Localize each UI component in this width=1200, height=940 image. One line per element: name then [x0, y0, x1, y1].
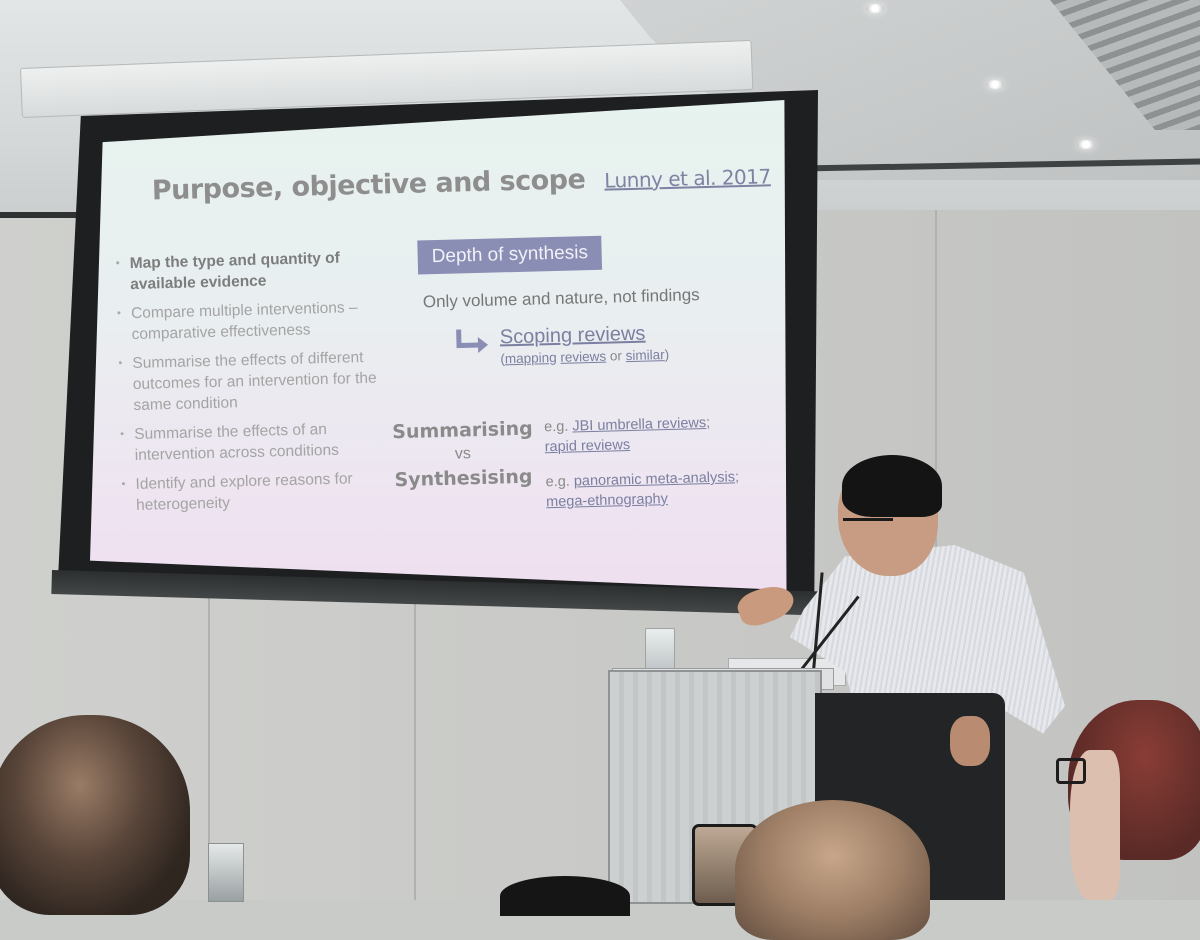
audience-member-head: [0, 715, 190, 915]
jbi-umbrella-reviews-link: JBI umbrella reviews: [572, 415, 707, 435]
reviews-link: reviews: [560, 348, 607, 365]
paren-close: ): [664, 347, 670, 363]
presenter-glasses: [843, 518, 893, 529]
turn-right-arrow-icon: [456, 329, 489, 354]
mega-ethnography-link: mega-ethnography: [545, 491, 669, 511]
audience-member-head: [735, 800, 930, 940]
citation-link: Lunny et al. 2017: [603, 164, 771, 193]
summarising-vs-synthesising: Summarising vs Synthesising: [392, 418, 534, 492]
depth-note: Only volume and nature, not findings: [422, 285, 700, 312]
ceiling-light: [986, 80, 1004, 89]
mapping-link: mapping: [504, 349, 557, 367]
slide-title-text: Purpose, objective and scope: [151, 164, 586, 207]
slide-content: Purpose, objective and scope Lunny et al…: [90, 100, 787, 590]
scoping-text: Scoping reviews (mapping reviews or simi…: [499, 322, 670, 367]
scoping-subtext: (mapping reviews or similar): [500, 347, 669, 366]
audience-member-cap: [500, 876, 630, 916]
eg-prefix: e.g.: [545, 473, 575, 491]
eg-prefix: e.g.: [543, 418, 573, 436]
bullet-item: Compare multiple interventions – compara…: [117, 297, 383, 346]
synthesising-examples: e.g. panoramic meta-analysis; mega-ethno…: [545, 466, 776, 512]
slide-title: Purpose, objective and scope Lunny et al…: [151, 159, 771, 206]
ceiling-light: [866, 4, 884, 13]
depth-of-synthesis-label: Depth of synthesis: [417, 235, 603, 275]
separator: ;: [705, 414, 711, 432]
water-glass: [645, 628, 675, 672]
bullet-item: Summarise the effects of an intervention…: [120, 417, 386, 466]
scoping-reviews-row: Scoping reviews (mapping reviews or simi…: [454, 322, 670, 368]
bullet-item: Summarise the effects of different outco…: [118, 346, 385, 416]
presenter-hand-on-podium: [950, 716, 990, 766]
bullet-item: Identify and explore reasons for heterog…: [121, 467, 387, 516]
presenter-hair: [842, 455, 942, 517]
ceiling-light: [1077, 140, 1095, 149]
summarising-examples: e.g. JBI umbrella reviews; rapid reviews: [544, 411, 775, 457]
water-glass: [208, 843, 244, 902]
vs-label: vs: [454, 445, 472, 463]
bullet-item: Map the type and quantity of available e…: [115, 247, 381, 296]
synthesising-label: Synthesising: [394, 465, 533, 492]
summarising-label: Summarising: [391, 417, 533, 444]
similar-link: similar: [625, 347, 665, 364]
scoping-reviews-link: Scoping reviews: [499, 322, 646, 349]
or-text: or: [605, 348, 626, 364]
bullet-list: Map the type and quantity of available e…: [115, 247, 387, 525]
separator: ;: [734, 469, 740, 486]
panoramic-meta-analysis-link: panoramic meta-analysis: [573, 469, 736, 490]
audience-member-glasses: [1056, 758, 1086, 784]
rapid-reviews-link: rapid reviews: [544, 437, 631, 456]
presentation-slide: Purpose, objective and scope Lunny et al…: [90, 100, 787, 590]
